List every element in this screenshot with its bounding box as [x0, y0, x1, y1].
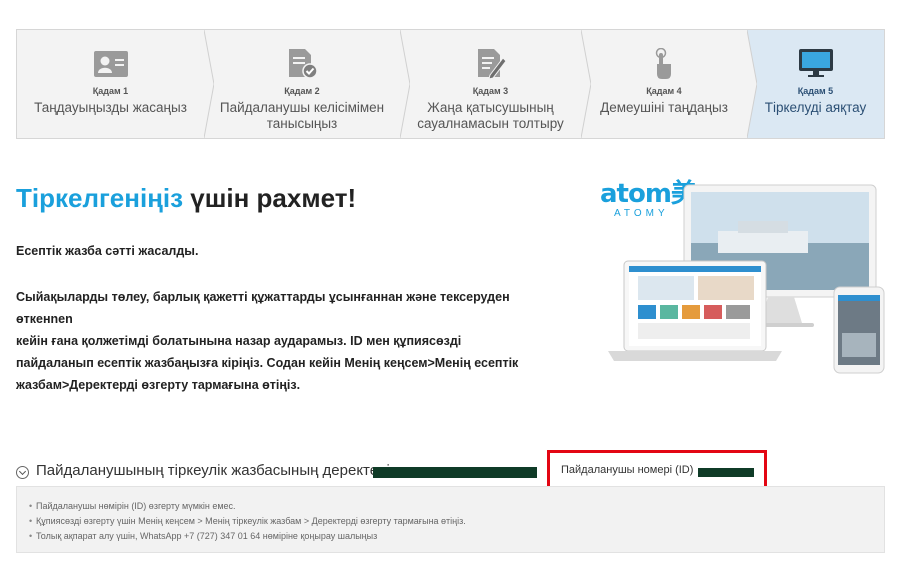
step-number: Қадам 5	[797, 86, 834, 96]
step-2: Қадам 2 Пайдаланушы келісімімен танысыңы…	[204, 30, 410, 138]
monitor-icon	[798, 48, 834, 80]
step-label: Таңдауыңызды жасаңыз	[34, 100, 187, 115]
step-label: Пайдаланушы келісімімен танысыңыз	[219, 100, 385, 131]
note-item: Құпиясөзді өзгерту үшін Менің кеңсем > М…	[29, 514, 884, 529]
user-id-label: Пайдаланушы номері (ID)	[561, 464, 694, 476]
step-3: Қадам 3 Жаңа қатысушының сауалнамасын то…	[400, 30, 591, 138]
page-title: Тіркелгеніңіз үшін рахмет!	[16, 183, 356, 214]
person-card-icon	[93, 48, 129, 80]
step-number: Қадам 3	[472, 86, 509, 96]
redacted-user-id	[698, 468, 754, 477]
document-check-icon	[284, 48, 320, 80]
registration-steps: Қадам 1 Таңдауыңызды жасаңыз Қадам 2 Пай…	[16, 29, 885, 139]
account-details-header: Пайдаланушының тіркеулік жазбасының дере…	[16, 450, 885, 490]
title-highlight: Тіркелгеніңіз	[16, 183, 184, 213]
step-divider	[400, 30, 410, 138]
info-line-1: Сыйақыларды төлеу, барлық қажетті құжатт…	[16, 290, 510, 326]
account-notes: Пайдаланушы нөмірін (ID) өзгерту мүмкін …	[16, 486, 885, 553]
step-divider	[204, 30, 214, 138]
step-1: Қадам 1 Таңдауыңызды жасаңыз	[17, 30, 214, 138]
document-pen-icon	[473, 48, 509, 80]
step-4: Қадам 4 Демеушіні таңдаңыз	[581, 30, 757, 138]
step-number: Қадам 4	[646, 86, 682, 96]
step-label: Демеушіні таңдаңыз	[600, 100, 728, 115]
title-rest: үшін рахмет!	[183, 183, 357, 213]
step-5: Қадам 5 Тіркелуді аяқтау	[747, 30, 884, 138]
chevron-down-circle-icon[interactable]	[16, 466, 29, 479]
note-item: Пайдаланушы нөмірін (ID) өзгерту мүмкін …	[29, 499, 884, 514]
account-details-title: Пайдаланушының тіркеулік жазбасының дере…	[36, 462, 390, 479]
hand-pointer-icon	[646, 48, 682, 80]
redacted-value	[373, 467, 537, 478]
step-divider	[581, 30, 591, 138]
user-id-highlight: Пайдаланушы номері (ID)	[547, 450, 767, 490]
step-label: Жаңа қатысушының сауалнамасын толтыру	[417, 100, 564, 131]
step-label: Тіркелуді аяқтау	[764, 100, 867, 115]
step-divider	[747, 30, 757, 138]
info-message: Сыйақыларды төлеу, барлық қажетті құжатт…	[16, 286, 536, 396]
info-line-2: кейін ғана қолжетімді болатынына назар а…	[16, 334, 519, 392]
step-number: Қадам 1	[92, 86, 129, 96]
step-number: Қадам 2	[284, 86, 320, 96]
note-item: Толық ақпарат алу үшін, WhatsApp +7 (727…	[29, 529, 884, 544]
success-message: Есептік жазба сәтті жасалды.	[16, 244, 199, 258]
devices-illustration	[608, 184, 885, 374]
